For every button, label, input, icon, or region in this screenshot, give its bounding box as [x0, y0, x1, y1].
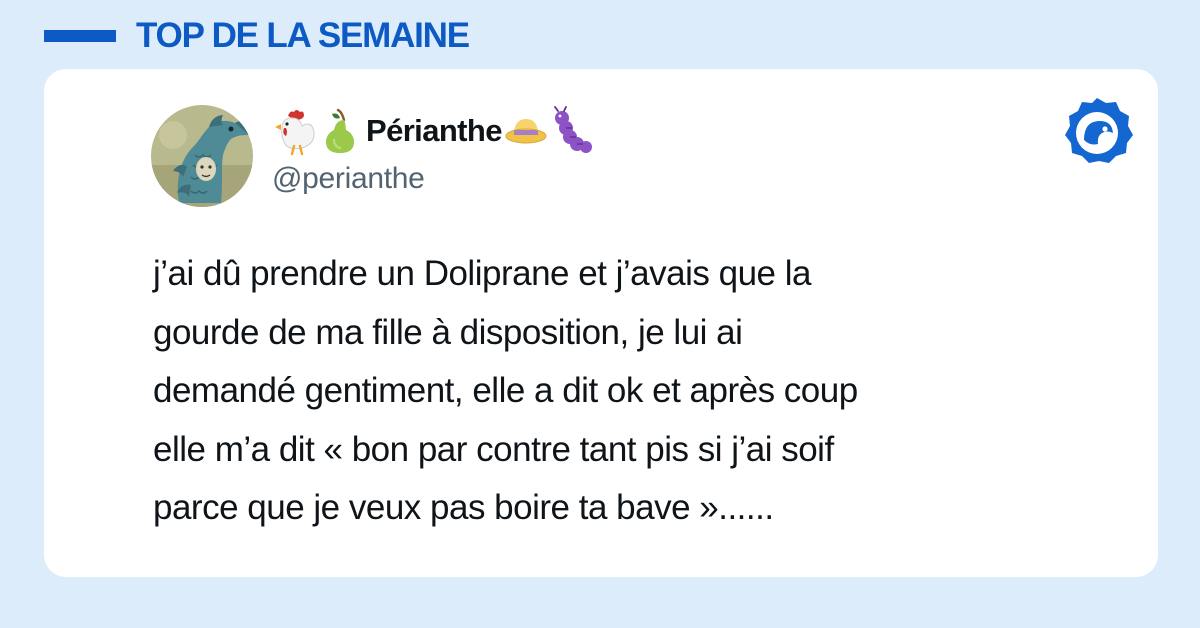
author-display-name: Périanthe [366, 113, 502, 148]
tweet-text-line: gourde de ma fille à disposition, je lui… [153, 312, 743, 352]
avatar[interactable] [151, 105, 253, 207]
header-title: TOP DE LA SEMAINE [136, 16, 470, 55]
pear-emoji [318, 106, 362, 156]
tweet-text-line: parce que je veux pas boire ta bave »...… [153, 488, 774, 527]
tweet-text-line: demandé gentiment, elle a dit ok et aprè… [153, 371, 858, 410]
header-accent-bar [44, 30, 116, 42]
tweet-text-line: j’ai dû prendre un Doliprane et j’avais … [153, 254, 811, 293]
rooster-emoji [272, 106, 316, 156]
straw-hat-emoji [504, 106, 548, 156]
author-name-row[interactable]: Périanthe [272, 106, 596, 156]
author-handle[interactable]: @perianthe [272, 162, 425, 196]
caterpillar-emoji [550, 106, 594, 156]
brand-bird-logo-icon[interactable] [1058, 96, 1136, 168]
tweet-text: j’ai dû prendre un Doliprane et j’avais … [153, 245, 1113, 538]
tweet-text-line: elle m’a dit « bon par contre tant pis s… [153, 429, 834, 469]
dragon-avatar-image [151, 105, 253, 207]
